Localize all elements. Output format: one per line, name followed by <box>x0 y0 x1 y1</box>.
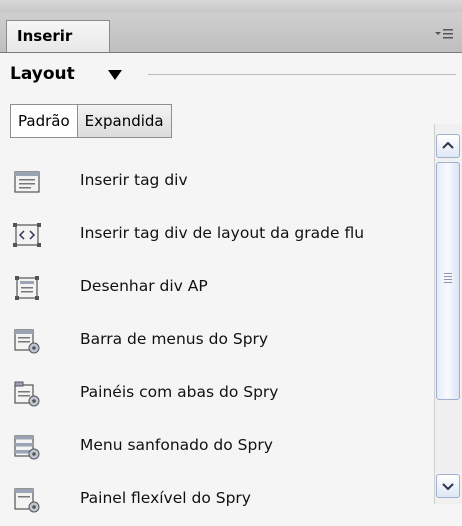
list-item-fluid-grid-div[interactable]: Inserir tag div de layout da grade flu <box>0 208 432 261</box>
list-item-label: Desenhar div AP <box>80 277 208 295</box>
grip-icon <box>444 273 452 285</box>
list-item-spry-accordion[interactable]: Menu sanfonado do Spry <box>0 420 432 473</box>
list-item-label: Inserir tag div de layout da grade flu <box>80 224 365 242</box>
list-item-spry-menu-bar[interactable]: Barra de menus do Spry <box>0 314 432 367</box>
spry-collapsible-panel-icon <box>12 485 42 515</box>
list-item-desenhar-div-ap[interactable]: Desenhar div AP <box>0 261 432 314</box>
tab-inserir[interactable]: Inserir <box>6 20 110 52</box>
list-item-label: Inserir tag div <box>80 171 188 189</box>
scroll-up-icon[interactable] <box>436 134 460 158</box>
fluid-grid-div-icon <box>12 220 42 250</box>
panel-tab-bar: Inserir <box>0 12 462 53</box>
tab-label: Inserir <box>17 27 73 45</box>
spry-accordion-icon <box>12 432 42 462</box>
divider <box>148 74 456 75</box>
vertical-scrollbar[interactable] <box>434 124 462 504</box>
spry-tabbed-panels-icon <box>12 379 42 409</box>
list-item-label: Painel flexível do Spry <box>80 489 251 507</box>
view-toggle: Padrão Expandida <box>10 104 172 138</box>
ap-div-icon <box>12 273 42 303</box>
list-item-label: Painéis com abas do Spry <box>80 383 279 401</box>
scroll-thumb[interactable] <box>436 162 460 400</box>
list-item-inserir-tag-div[interactable]: Inserir tag div <box>0 155 432 208</box>
div-icon <box>12 167 42 197</box>
list-item-label: Menu sanfonado do Spry <box>80 436 273 454</box>
list-item-spry-tabbed-panels[interactable]: Painéis com abas do Spry <box>0 367 432 420</box>
spry-menu-bar-icon <box>12 326 42 356</box>
chevron-down-icon[interactable] <box>108 70 122 80</box>
category-title[interactable]: Layout <box>10 64 75 84</box>
panel-menu-icon[interactable] <box>434 26 454 40</box>
scroll-down-icon[interactable] <box>436 474 460 498</box>
tab-padrao[interactable]: Padrão <box>10 104 78 138</box>
tab-expandida[interactable]: Expandida <box>77 104 172 138</box>
insert-items-list: Inserir tag div Inserir tag div de layou… <box>0 155 432 526</box>
list-item-label: Barra de menus do Spry <box>80 330 269 348</box>
list-item-spry-collapsible-panel[interactable]: Painel flexível do Spry <box>0 473 432 526</box>
